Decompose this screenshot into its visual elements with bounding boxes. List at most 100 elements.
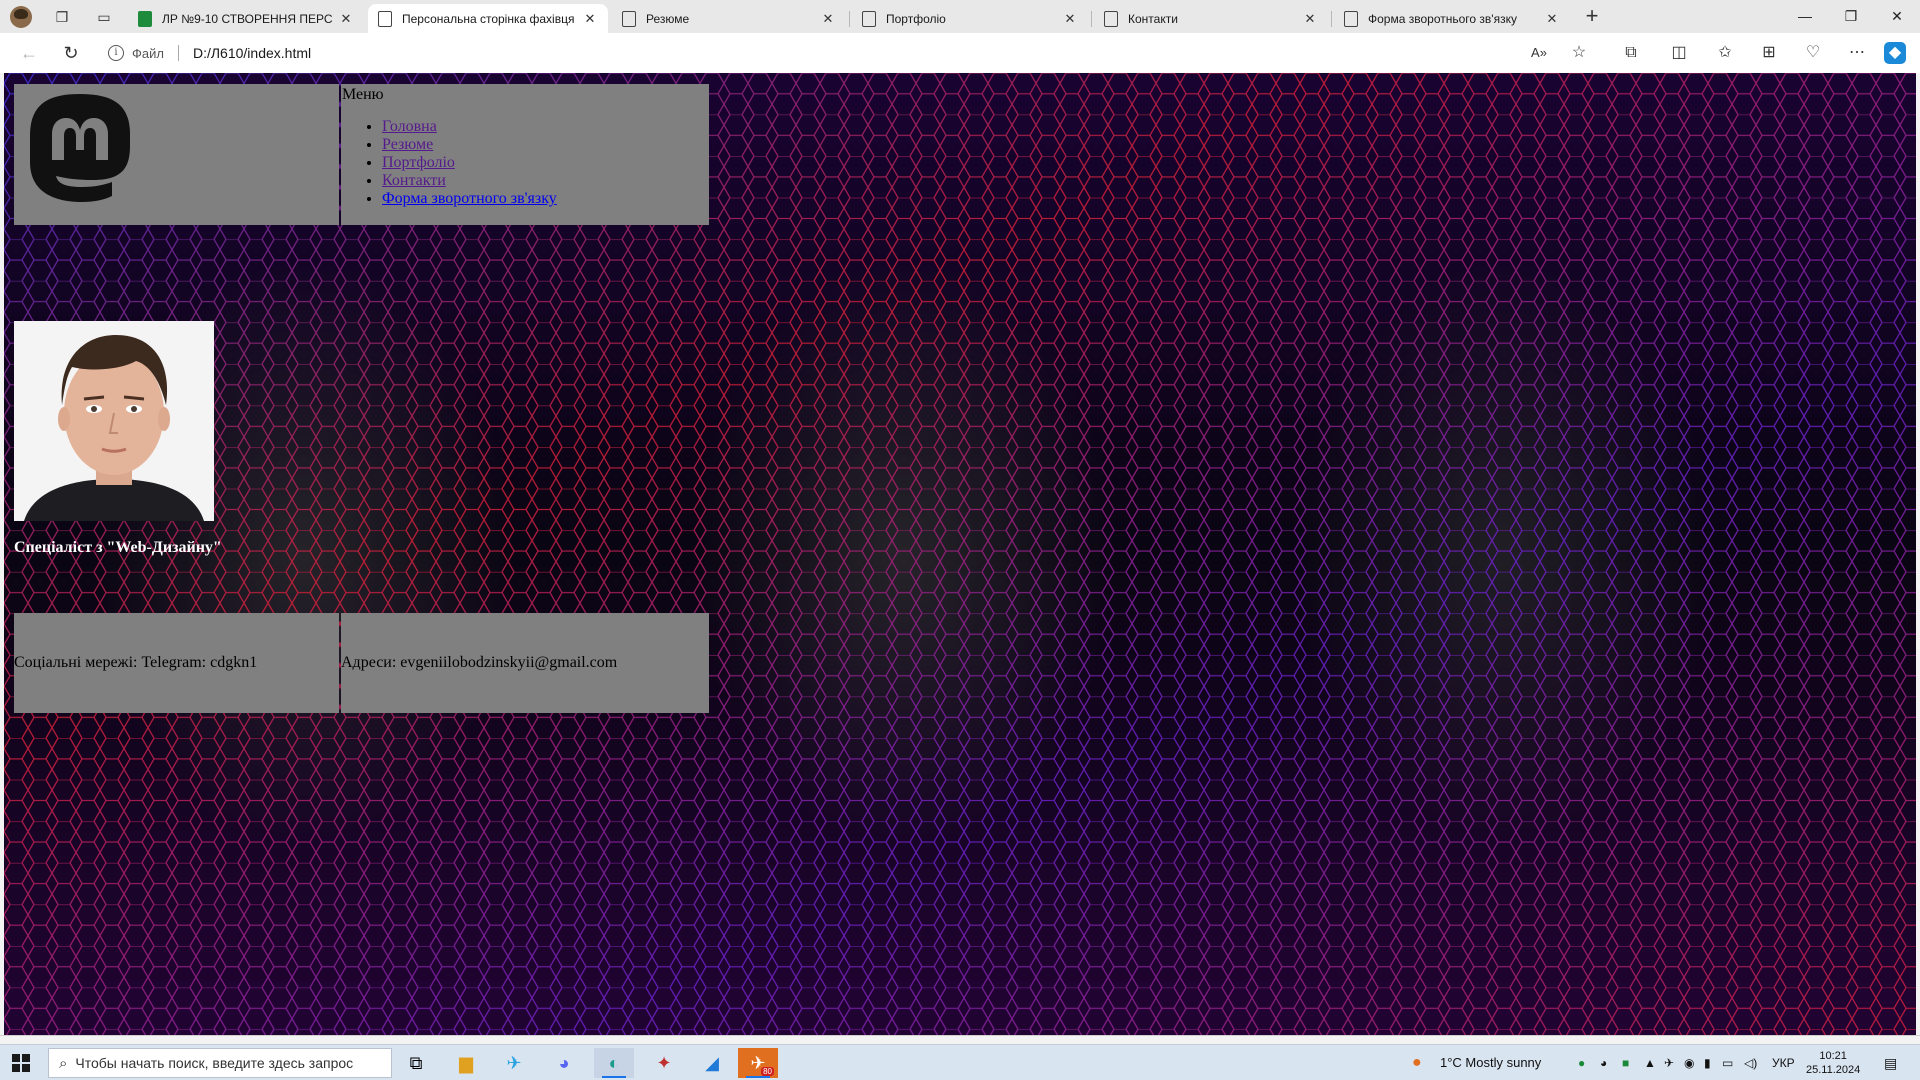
tab-title: Форма зворотнього зв'язку: [1368, 11, 1517, 26]
mastodon-logo-icon: [30, 94, 130, 202]
tab-portfolio[interactable]: Портфоліо ✕: [852, 4, 1088, 33]
telegram-notification-icon[interactable]: ✈ 80: [738, 1048, 778, 1078]
file-explorer-icon[interactable]: ▆: [446, 1048, 486, 1078]
menu-link-resume[interactable]: Резюме: [382, 136, 433, 153]
back-button[interactable]: ←: [16, 41, 42, 65]
tab-contacts[interactable]: Контакти ✕: [1094, 4, 1328, 33]
close-icon[interactable]: ✕: [820, 11, 836, 27]
tab-personal-page[interactable]: Персональна сторінка фахівця з... ✕: [368, 4, 608, 33]
refresh-button[interactable]: ↻: [58, 41, 84, 65]
close-icon[interactable]: ✕: [1062, 11, 1078, 27]
tab-lab-document[interactable]: ЛР №9-10 СТВОРЕННЯ ПЕРСОН... ✕: [128, 4, 364, 33]
portrait-image: [14, 321, 214, 521]
close-icon[interactable]: ✕: [582, 11, 598, 27]
list-item: Форма зворотного зв'язку: [382, 190, 708, 208]
underlying-window-strip: [0, 1035, 1920, 1044]
discord-icon[interactable]: ◕: [544, 1048, 584, 1078]
weather-icon: ●: [1412, 1054, 1422, 1071]
tab-title: Персональна сторінка фахівця з...: [402, 11, 576, 26]
app-icon[interactable]: ✦: [644, 1048, 684, 1078]
task-view-icon[interactable]: ⧉: [396, 1048, 436, 1078]
search-placeholder: Чтобы начать поиск, введите здесь запрос: [75, 1055, 354, 1071]
notifications-icon[interactable]: ▤: [1884, 1045, 1897, 1080]
tray-nvidia-icon[interactable]: ■: [1622, 1045, 1629, 1080]
tab-title: Контакти: [1128, 11, 1178, 26]
minimize-button[interactable]: —: [1782, 0, 1828, 33]
page-icon: [1344, 10, 1358, 27]
address-bar[interactable]: i Файл D:/Л610/index.html: [108, 38, 1578, 68]
menu-link-feedback[interactable]: Форма зворотного зв'язку: [382, 190, 557, 207]
page-icon: [862, 10, 876, 27]
scheme-label: Файл: [132, 45, 164, 61]
tab-feedback-form[interactable]: Форма зворотнього зв'язку ✕: [1334, 4, 1570, 33]
browser-tab-strip: ❐ ▭ ЛР №9-10 СТВОРЕННЯ ПЕРСОН... ✕ Персо…: [0, 0, 1920, 33]
read-aloud-icon[interactable]: A»: [1528, 42, 1550, 64]
tray-app-icon[interactable]: ▲: [1644, 1045, 1656, 1080]
settings-more-icon[interactable]: ⋯: [1846, 42, 1868, 64]
network-icon[interactable]: ▭: [1722, 1045, 1733, 1080]
favorite-star-icon[interactable]: ☆: [1568, 42, 1590, 64]
extensions-icon[interactable]: ⧉: [1620, 42, 1642, 64]
new-tab-button[interactable]: +: [1578, 5, 1606, 29]
collections-icon[interactable]: ⊞: [1758, 42, 1780, 64]
split-screen-icon[interactable]: ◫: [1668, 42, 1690, 64]
social-cell: Соціальні мережі: Telegram: cdgkn1: [14, 613, 339, 713]
close-window-button[interactable]: ✕: [1874, 0, 1920, 33]
tab-title: Портфоліо: [886, 11, 946, 26]
specialist-caption: Спеціаліст з "Web-Дизайну": [14, 539, 222, 556]
menu-title: Меню: [342, 86, 384, 103]
browser-toolbar: ← ↻ i Файл D:/Л610/index.html A» ☆ ⧉ ◫ ✩…: [0, 33, 1920, 73]
page-icon: [622, 10, 636, 27]
edge-browser-icon[interactable]: ◐: [594, 1048, 634, 1078]
address-text: Адреси: evgeniilobodzinskyii@gmail.com: [341, 654, 618, 671]
green-doc-icon: [138, 10, 152, 27]
profile-photo: [14, 321, 214, 521]
url-text[interactable]: D:/Л610/index.html: [193, 45, 311, 61]
info-icon[interactable]: i: [108, 45, 124, 61]
clock[interactable]: 10:21 25.11.2024: [1806, 1049, 1860, 1077]
copilot-icon[interactable]: ◆: [1884, 42, 1906, 64]
list-item: Резюме: [382, 136, 708, 154]
tray-discord-icon[interactable]: ◕: [1600, 1045, 1607, 1080]
menu-link-home[interactable]: Головна: [382, 118, 437, 135]
language-indicator[interactable]: УКР: [1772, 1045, 1795, 1080]
page-layout-table: Меню Головна Резюме Портфоліо Контакти Ф…: [12, 82, 711, 715]
clock-date: 25.11.2024: [1806, 1064, 1861, 1076]
windows-taskbar: ⌕ Чтобы начать поиск, введите здесь запр…: [0, 1044, 1920, 1080]
profile-avatar[interactable]: [10, 6, 32, 28]
tab-resume[interactable]: Резюме ✕: [612, 4, 846, 33]
menu-link-portfolio[interactable]: Портфоліо: [382, 154, 455, 171]
logo-cell: [14, 84, 339, 225]
menu-link-contacts[interactable]: Контакти: [382, 172, 446, 189]
page-viewport: Меню Головна Резюме Портфоліо Контакти Ф…: [4, 73, 1916, 1035]
tab-title: ЛР №9-10 СТВОРЕННЯ ПЕРСОН...: [162, 11, 332, 26]
windows-start-icon[interactable]: [12, 1054, 30, 1072]
weather-text[interactable]: 1°C Mostly sunny: [1440, 1045, 1541, 1080]
close-icon[interactable]: ✕: [1302, 11, 1318, 27]
telegram-icon[interactable]: ✈: [494, 1048, 534, 1078]
close-icon[interactable]: ✕: [1544, 11, 1560, 27]
taskbar-search-box[interactable]: ⌕ Чтобы начать поиск, введите здесь запр…: [48, 1048, 392, 1078]
menu-cell: Меню Головна Резюме Портфоліо Контакти Ф…: [341, 84, 709, 225]
tray-whatsapp-icon[interactable]: ●: [1578, 1045, 1585, 1080]
page-icon: [378, 10, 392, 27]
close-icon[interactable]: ✕: [338, 11, 354, 27]
browser-essentials-icon[interactable]: ♡: [1802, 42, 1824, 64]
list-item: Контакти: [382, 172, 708, 190]
vscode-icon[interactable]: ◢: [692, 1048, 732, 1078]
list-item: Портфоліо: [382, 154, 708, 172]
badge-count: 80: [761, 1067, 774, 1076]
tab-actions-icon[interactable]: ▭: [94, 7, 114, 27]
restore-button[interactable]: ❐: [1828, 0, 1874, 33]
tray-steam-icon[interactable]: ◉: [1684, 1045, 1694, 1080]
list-item: Головна: [382, 118, 708, 136]
tray-telegram-icon[interactable]: ✈: [1664, 1045, 1674, 1080]
menu-list: Головна Резюме Портфоліо Контакти Форма …: [382, 118, 708, 208]
address-cell: Адреси: evgeniilobodzinskyii@gmail.com: [341, 613, 709, 713]
profile-cell: Спеціаліст з "Web-Дизайну": [14, 227, 339, 611]
favorites-icon[interactable]: ✩: [1714, 42, 1736, 64]
volume-icon[interactable]: ◁): [1744, 1045, 1757, 1080]
workspaces-icon[interactable]: ❐: [52, 7, 72, 27]
microphone-icon[interactable]: ▮: [1704, 1045, 1711, 1080]
tab-title: Резюме: [646, 11, 690, 26]
